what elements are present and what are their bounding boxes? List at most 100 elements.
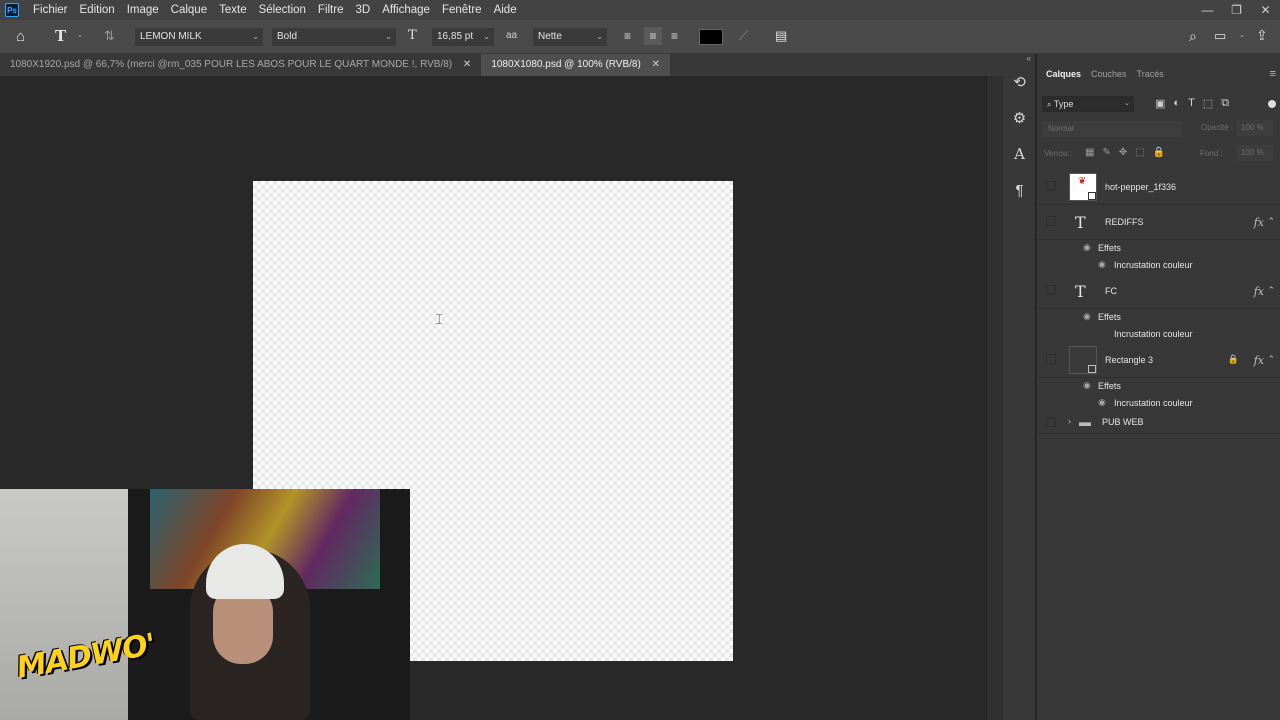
visibility-toggle[interactable]: [1046, 417, 1056, 427]
opacity-input[interactable]: 100 %: [1237, 120, 1273, 136]
filter-shape-icon[interactable]: ⬚: [1203, 97, 1213, 110]
filter-toggle[interactable]: [1268, 100, 1276, 108]
tab-couches[interactable]: Couches: [1086, 54, 1132, 92]
font-family-select[interactable]: LEMON MILK ⌄: [135, 28, 263, 46]
blend-mode-select[interactable]: Normal: [1042, 120, 1182, 137]
menu-filtre[interactable]: Filtre: [312, 0, 350, 20]
tab-1080x1920[interactable]: 1080X1920.psd @ 66,7% (merci @rm_035 POU…: [0, 54, 481, 76]
text-tool-icon[interactable]: T: [55, 27, 66, 45]
panel-menu-icon[interactable]: ≡: [1270, 68, 1276, 80]
chevron-up-icon[interactable]: ⌃: [1267, 354, 1275, 365]
eye-icon[interactable]: ◉: [1083, 242, 1091, 253]
workspace-scrollbar[interactable]: [986, 76, 1003, 720]
eye-icon[interactable]: ◉: [1098, 259, 1106, 270]
fx-icon[interactable]: fx: [1254, 285, 1264, 298]
tab-calques[interactable]: Calques: [1041, 54, 1086, 92]
character-panel-icon[interactable]: ▤: [775, 28, 787, 44]
chevron-up-icon[interactable]: ⌃: [1267, 285, 1275, 296]
home-icon[interactable]: ⌂: [16, 28, 25, 45]
chevron-up-icon[interactable]: ⌃: [1267, 216, 1275, 227]
layer-name: FC: [1105, 286, 1117, 296]
visibility-toggle[interactable]: [1046, 354, 1056, 364]
collapse-icon[interactable]: «: [1003, 54, 1035, 64]
layer-name: REDIFFS: [1105, 217, 1144, 227]
lock-artboard-icon[interactable]: ⬚: [1135, 147, 1144, 158]
tab-1080x1080[interactable]: 1080X1080.psd @ 100% (RVB/8) ✕: [481, 54, 670, 76]
close-icon[interactable]: ✕: [652, 59, 660, 70]
effect-row[interactable]: ◉ Incrustation couleur: [1037, 257, 1280, 274]
fx-icon[interactable]: fx: [1254, 354, 1264, 367]
history-icon[interactable]: ⟲: [1003, 64, 1036, 100]
filter-smart-object-icon[interactable]: ⧉: [1221, 97, 1229, 110]
workspace-icon[interactable]: ▭: [1214, 28, 1226, 44]
layer-name: hot-pepper_1f336: [1105, 182, 1177, 192]
text-orientation-icon[interactable]: ⇅: [104, 28, 115, 44]
filter-adjustment-icon[interactable]: ◐: [1173, 97, 1180, 110]
menu-fenetre[interactable]: Fenêtre: [436, 0, 488, 20]
close-window-button[interactable]: ✕: [1251, 0, 1280, 20]
search-icon[interactable]: ⌕: [1189, 28, 1197, 45]
chevron-down-icon: ⌄: [252, 32, 259, 41]
effects-row[interactable]: ◉ Effets: [1037, 378, 1280, 395]
visibility-toggle[interactable]: [1046, 216, 1056, 226]
menu-fichier[interactable]: Fichier: [27, 0, 74, 20]
align-right-icon[interactable]: ≡: [671, 29, 678, 43]
paragraph-icon[interactable]: ¶: [1003, 172, 1036, 208]
filter-icons: ▣ ◐ T ⬚ ⧉: [1155, 97, 1229, 110]
layer-group-pub-web[interactable]: › ▬ PUB WEB: [1037, 412, 1280, 434]
chevron-down-icon: ⌄: [483, 32, 490, 41]
menu-affichage[interactable]: Affichage: [376, 0, 436, 20]
eye-icon[interactable]: ◉: [1083, 311, 1091, 322]
chevron-right-icon[interactable]: ›: [1068, 416, 1071, 426]
tool-preset-chevron-icon[interactable]: ⌄: [77, 31, 83, 39]
font-size-icon: T: [408, 28, 417, 43]
tab-label: 1080X1920.psd @ 66,7% (merci @rm_035 POU…: [10, 59, 453, 70]
effects-row[interactable]: ◉ Effets: [1037, 309, 1280, 326]
menu-image[interactable]: Image: [121, 0, 165, 20]
character-icon[interactable]: A: [1003, 136, 1036, 172]
visibility-toggle[interactable]: [1046, 285, 1056, 295]
menu-edition[interactable]: Edition: [74, 0, 121, 20]
eye-icon[interactable]: ◉: [1098, 397, 1106, 408]
chevron-down-icon: ⌄: [596, 32, 603, 41]
align-center-icon[interactable]: ≡: [644, 27, 662, 45]
layer-rediffs[interactable]: T REDIFFS fx ⌃: [1037, 205, 1280, 240]
menu-texte[interactable]: Texte: [213, 0, 253, 20]
properties-icon[interactable]: ⚙: [1003, 100, 1036, 136]
share-icon[interactable]: ⇪: [1256, 27, 1268, 44]
font-size-select[interactable]: 16,85 pt ⌄: [432, 28, 494, 46]
font-style-select[interactable]: Bold ⌄: [272, 28, 396, 46]
layer-hot-pepper[interactable]: ❦ hot-pepper_1f336: [1037, 170, 1280, 205]
effects-row[interactable]: ◉ Effets: [1037, 240, 1280, 257]
close-icon[interactable]: ✕: [463, 59, 471, 70]
menu-aide[interactable]: Aide: [488, 0, 523, 20]
photoshop-logo-icon[interactable]: Ps: [5, 3, 19, 17]
visibility-toggle[interactable]: [1046, 181, 1056, 191]
menu-selection[interactable]: Sélection: [253, 0, 312, 20]
menu-calque[interactable]: Calque: [165, 0, 213, 20]
eye-icon[interactable]: ◉: [1083, 380, 1091, 391]
filter-type-icon[interactable]: T: [1188, 97, 1195, 110]
opacity-label: Opacité :: [1201, 123, 1234, 132]
layer-filter-select[interactable]: ⌕ Type ⌄: [1042, 96, 1134, 112]
lock-move-icon[interactable]: ✥: [1119, 147, 1127, 158]
fill-input[interactable]: 100 %: [1237, 145, 1273, 161]
minimize-button[interactable]: —: [1193, 0, 1222, 20]
tab-traces[interactable]: Tracés: [1132, 54, 1169, 92]
layer-rectangle-3[interactable]: Rectangle 3 🔒 fx ⌃: [1037, 343, 1280, 378]
effect-row[interactable]: Incrustation couleur: [1037, 326, 1280, 343]
workspace-chevron-icon[interactable]: ⌄: [1239, 31, 1245, 39]
restore-button[interactable]: ❐: [1222, 0, 1251, 20]
align-left-icon[interactable]: ≡: [624, 29, 631, 43]
lock-all-icon[interactable]: 🔒: [1153, 147, 1165, 158]
menu-3d[interactable]: 3D: [349, 0, 376, 20]
lock-transparency-icon[interactable]: ▦: [1085, 147, 1094, 158]
fx-icon[interactable]: fx: [1254, 216, 1264, 229]
text-color-swatch[interactable]: [699, 29, 723, 45]
antialias-select[interactable]: Nette ⌄: [533, 28, 607, 46]
lock-paint-icon[interactable]: ✎: [1102, 147, 1110, 158]
filter-pixel-icon[interactable]: ▣: [1155, 97, 1165, 110]
effect-row[interactable]: ◉ Incrustation couleur: [1037, 395, 1280, 412]
warp-text-icon[interactable]: ⟋: [739, 28, 748, 44]
layer-fc[interactable]: T FC fx ⌃: [1037, 274, 1280, 309]
